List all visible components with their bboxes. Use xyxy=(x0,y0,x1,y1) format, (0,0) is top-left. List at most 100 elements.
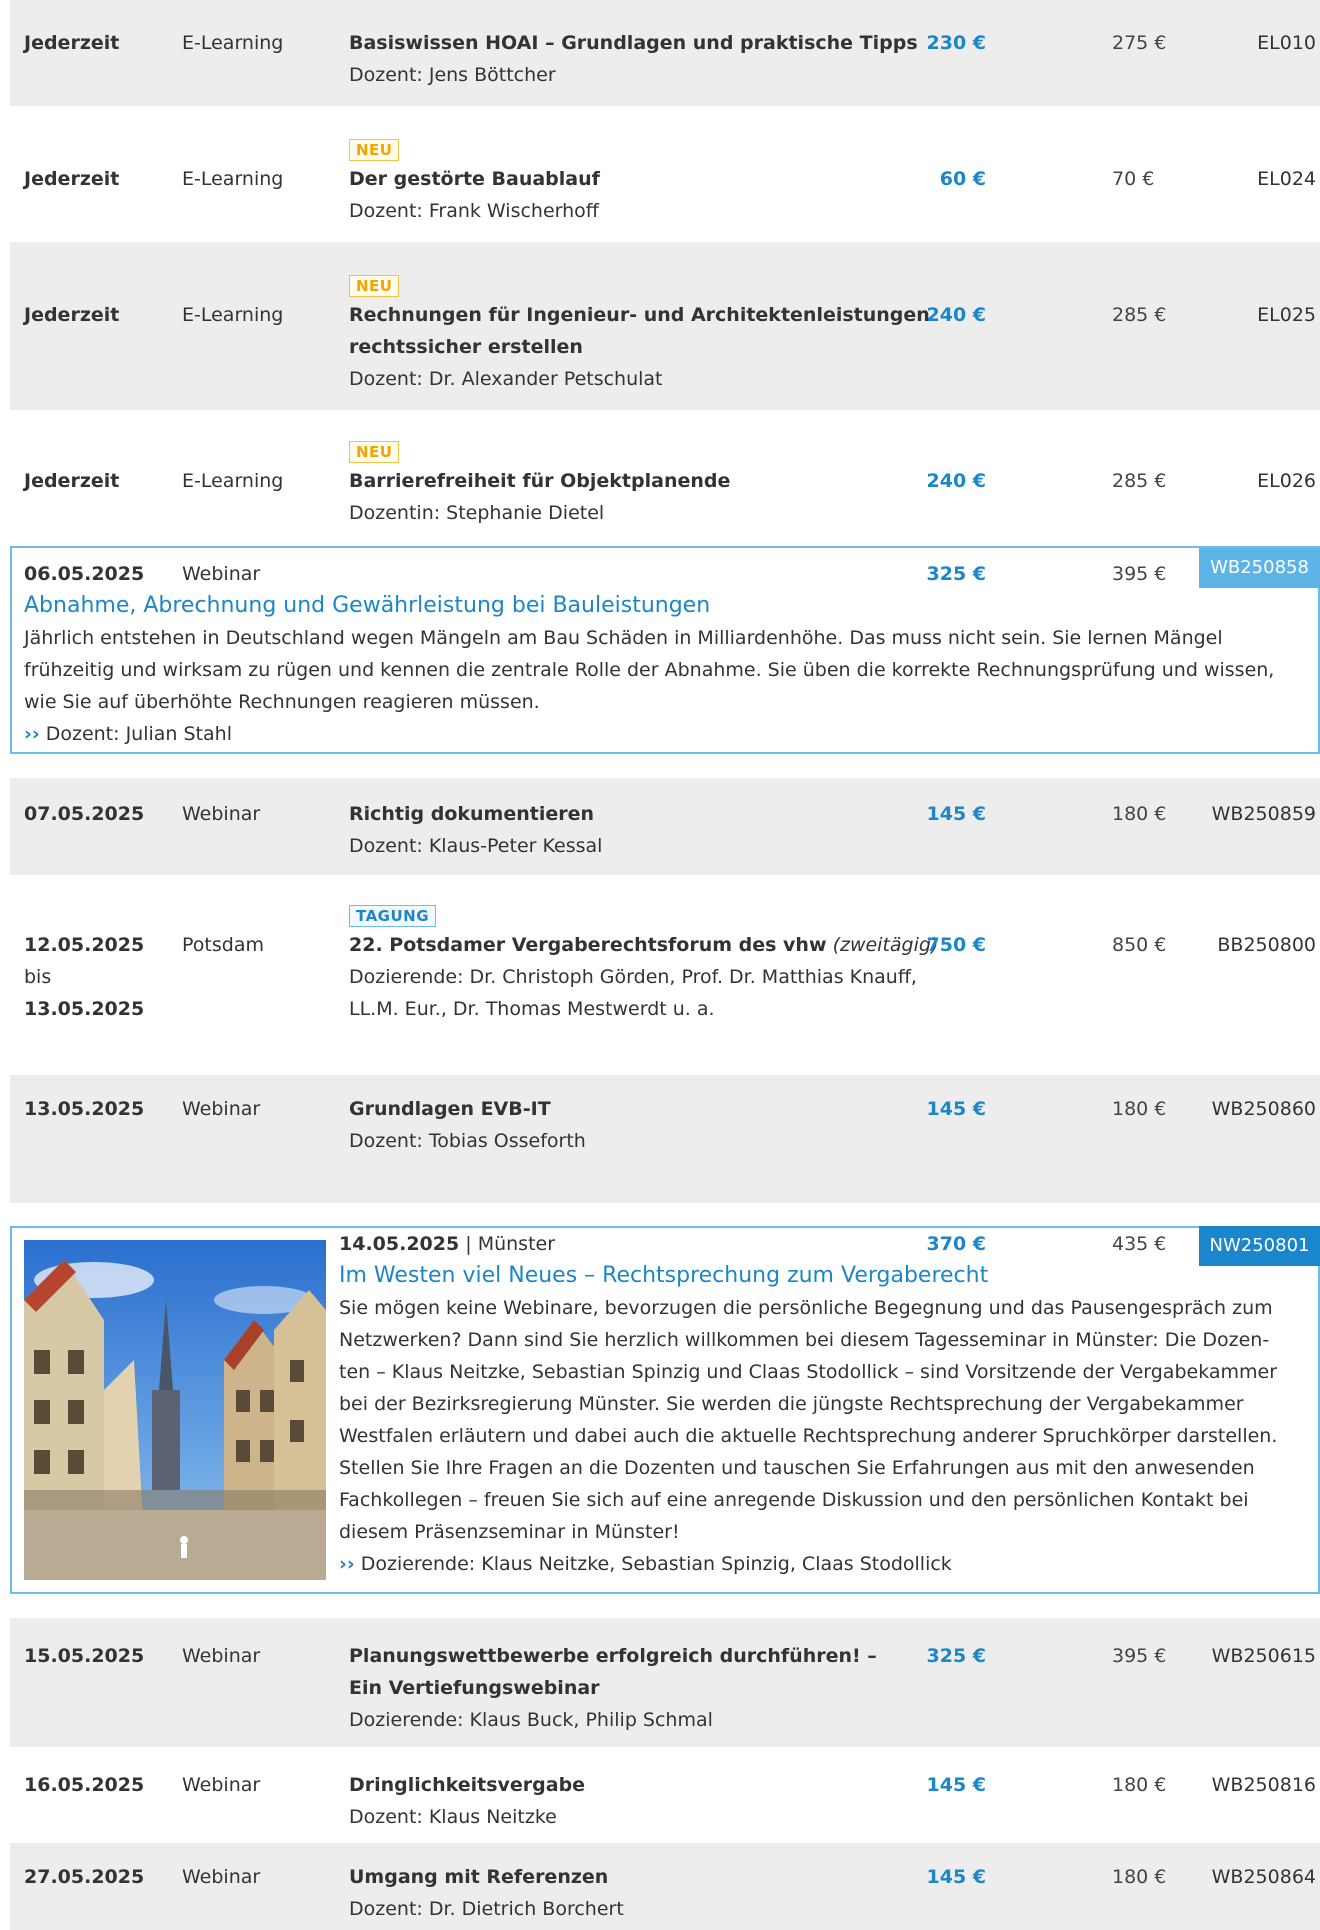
course-lecturer: Dozentin: Stephanie Dietel xyxy=(349,502,605,524)
course-date: 14.05.2025 xyxy=(339,1233,460,1255)
course-type: Webinar xyxy=(182,1774,261,1796)
course-code: WB250615 xyxy=(1211,1645,1316,1667)
course-date: Jederzeit xyxy=(24,168,120,190)
course-row[interactable]: 27.05.2025 Webinar Umgang mit Referenzen… xyxy=(10,1843,1320,1930)
course-code: BB250800 xyxy=(1217,934,1316,956)
course-title[interactable]: Grundlagen EVB-IT xyxy=(349,1093,551,1125)
course-title[interactable]: Richtig dokumentieren xyxy=(349,798,594,830)
member-price: 750 € xyxy=(926,934,987,956)
member-price: 145 € xyxy=(926,1866,987,1888)
course-row[interactable]: Jederzeit E-Learning Basiswissen HOAI – … xyxy=(10,0,1320,106)
new-badge: NEU xyxy=(349,269,400,301)
course-date: Jederzeit xyxy=(24,304,120,326)
member-price: 325 € xyxy=(926,1645,987,1667)
course-type: Webinar xyxy=(182,1866,261,1888)
new-badge: NEU xyxy=(349,435,400,467)
course-description: Jährlich entstehen in Deutschland wegen … xyxy=(24,627,1223,649)
course-title-line2[interactable]: rechtssicher erstellen xyxy=(349,331,583,363)
regular-price: 180 € xyxy=(1112,1774,1167,1796)
member-price: 60 € xyxy=(939,168,986,190)
course-row[interactable]: 16.05.2025 Webinar Dringlichkeitsvergabe… xyxy=(10,1747,1320,1843)
course-date: 06.05.2025 xyxy=(24,563,145,585)
course-description: frühzeitig und wirksam zu rügen und kenn… xyxy=(24,659,1275,681)
course-type: E-Learning xyxy=(182,304,284,326)
course-description: Fachkollegen – freuen Sie sich auf eine … xyxy=(339,1489,1249,1511)
course-type: Webinar xyxy=(182,803,261,825)
member-price: 145 € xyxy=(926,1774,987,1796)
regular-price: 180 € xyxy=(1112,1866,1167,1888)
course-code: WB250816 xyxy=(1211,1774,1316,1796)
course-row[interactable]: 13.05.2025 Webinar Grundlagen EVB-IT Doz… xyxy=(10,1075,1320,1203)
course-date-location: 14.05.2025 | Münster xyxy=(339,1228,555,1260)
course-title[interactable]: 22. Potsdamer Vergaberechtsforum des vhw xyxy=(349,934,827,956)
new-badge-label: NEU xyxy=(349,275,400,297)
course-date: 15.05.2025 xyxy=(24,1645,145,1667)
course-row[interactable]: TAGUNG 12.05.2025 bis 13.05.2025 Potsdam… xyxy=(10,875,1320,1075)
course-title[interactable]: Der gestörte Bauablauf xyxy=(349,163,600,195)
course-title[interactable]: Planungswettbewerbe erfolgreich durchfüh… xyxy=(349,1640,877,1672)
course-row[interactable]: 15.05.2025 Webinar Planungswettbewerbe e… xyxy=(10,1618,1320,1747)
course-date: 16.05.2025 xyxy=(24,1774,145,1796)
course-lecturer: Dozierende: Klaus Buck, Philip Schmal xyxy=(349,1709,713,1731)
course-lecturer: Dozent: Frank Wischerhoff xyxy=(349,200,599,222)
course-code: EL026 xyxy=(1257,470,1316,492)
regular-price: 435 € xyxy=(1112,1233,1167,1255)
course-row[interactable]: 07.05.2025 Webinar Richtig dokumentieren… xyxy=(10,778,1320,875)
course-code: WB250860 xyxy=(1211,1098,1316,1120)
lecturer-line: ›› Dozent: Julian Stahl xyxy=(24,718,232,750)
course-code-badge: NW250801 xyxy=(1199,1226,1320,1266)
course-location: Potsdam xyxy=(182,934,264,956)
course-type: Webinar xyxy=(182,1098,261,1120)
course-lecturer: Dozierende: Klaus Neitzke, Sebastian Spi… xyxy=(360,1553,952,1575)
course-title[interactable]: Basiswissen HOAI – Grundlagen und prakti… xyxy=(349,27,918,59)
regular-price: 850 € xyxy=(1112,934,1167,956)
double-chevron-icon: ›› xyxy=(339,1553,355,1575)
course-type: Webinar xyxy=(182,563,261,585)
regular-price: 285 € xyxy=(1112,304,1167,326)
member-price: 145 € xyxy=(926,1098,987,1120)
course-row[interactable]: NEU Jederzeit E-Learning Rechnungen für … xyxy=(10,242,1320,410)
course-type: E-Learning xyxy=(182,168,284,190)
course-title-link[interactable]: Im Westen viel Neues – Rechtsprechung zu… xyxy=(339,1260,988,1292)
course-description: Netzwerken? Dann sind Sie herzlich willk… xyxy=(339,1329,1270,1351)
tagung-badge-label: TAGUNG xyxy=(349,905,437,927)
course-date-end: 13.05.2025 xyxy=(24,998,145,1020)
course-description: wie Sie auf überhöhte Rechnungen reagier… xyxy=(24,691,540,713)
course-title-line[interactable]: 22. Potsdamer Vergaberechtsforum des vhw… xyxy=(349,929,938,961)
muenster-photo xyxy=(24,1240,326,1580)
featured-course[interactable]: 06.05.2025 Webinar 325 € 395 € WB250858 … xyxy=(10,546,1320,754)
course-description: bei der Bezirksregierung Münster. Sie we… xyxy=(339,1393,1244,1415)
course-title[interactable]: Rechnungen für Ingenieur- und Architekte… xyxy=(349,299,930,331)
course-row[interactable]: NEU Jederzeit E-Learning Der gestörte Ba… xyxy=(10,106,1320,242)
regular-price: 180 € xyxy=(1112,1098,1167,1120)
course-description: Sie mögen keine Webinare, bevorzugen die… xyxy=(339,1297,1273,1319)
featured-course[interactable]: 14.05.2025 | Münster 370 € 435 € NW25080… xyxy=(10,1226,1320,1594)
course-title[interactable]: Dringlichkeitsvergabe xyxy=(349,1769,585,1801)
course-type: E-Learning xyxy=(182,470,284,492)
course-code: WB250859 xyxy=(1211,803,1316,825)
course-date-separator: bis xyxy=(24,966,52,988)
course-date: 13.05.2025 xyxy=(24,1098,145,1120)
course-description: Westfalen erläutern und dabei auch die a… xyxy=(339,1425,1278,1447)
new-badge: NEU xyxy=(349,133,400,165)
member-price: 325 € xyxy=(926,563,987,585)
course-lecturer: Dozent: Julian Stahl xyxy=(45,723,232,745)
course-description: ten – Klaus Neitzke, Sebastian Spinzig u… xyxy=(339,1361,1278,1383)
course-title[interactable]: Barrierefreiheit für Objektplanende xyxy=(349,465,730,497)
course-title-link[interactable]: Abnahme, Abrechnung und Gewährleistung b… xyxy=(24,590,710,622)
regular-price: 275 € xyxy=(1112,32,1167,54)
regular-price: 395 € xyxy=(1112,563,1167,585)
member-price: 145 € xyxy=(926,803,987,825)
regular-price: 395 € xyxy=(1112,1645,1167,1667)
course-lecturer: Dozent: Dr. Dietrich Borchert xyxy=(349,1898,624,1920)
new-badge-label: NEU xyxy=(349,441,400,463)
tagung-badge: TAGUNG xyxy=(349,899,437,931)
member-price: 370 € xyxy=(926,1233,987,1255)
course-title[interactable]: Umgang mit Referenzen xyxy=(349,1861,608,1893)
course-title-line2[interactable]: Ein Vertiefungswebinar xyxy=(349,1672,600,1704)
course-date: 07.05.2025 xyxy=(24,803,145,825)
course-lecturer: LL.M. Eur., Dr. Thomas Mestwerdt u. a. xyxy=(349,998,715,1020)
course-description: diesem Präsenzseminar in Münster! xyxy=(339,1521,680,1543)
course-list: Jederzeit E-Learning Basiswissen HOAI – … xyxy=(0,0,1320,1930)
course-row[interactable]: NEU Jederzeit E-Learning Barrierefreihei… xyxy=(10,410,1320,546)
